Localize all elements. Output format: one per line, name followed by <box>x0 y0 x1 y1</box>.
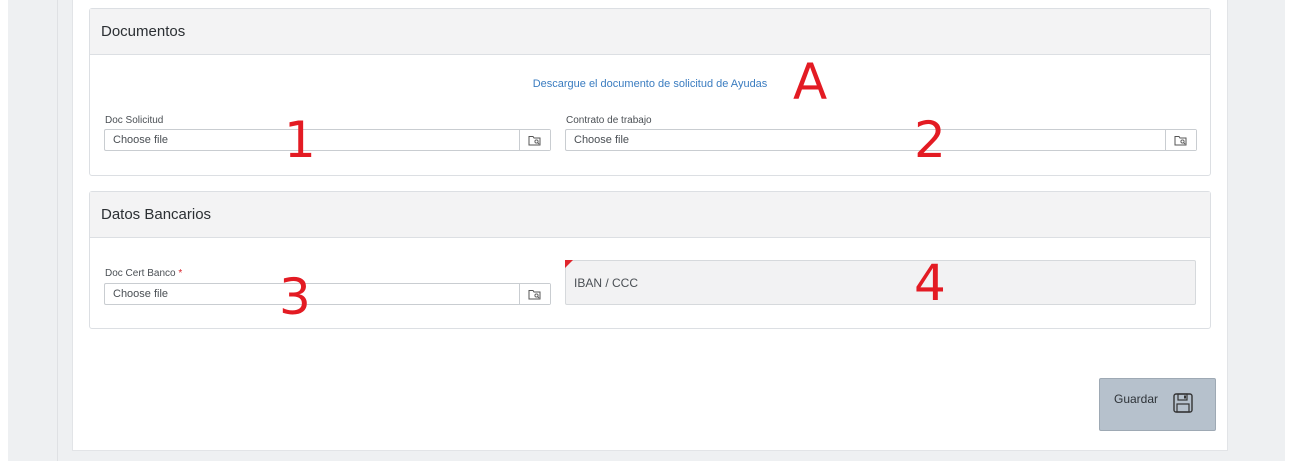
contrato-placeholder: Choose file <box>574 134 630 146</box>
save-button-label: Guardar <box>1114 392 1159 406</box>
doc-cert-banco-placeholder: Choose file <box>113 288 169 300</box>
annotation-marker-4: 4 <box>914 254 946 312</box>
left-gutter <box>8 0 58 461</box>
documentos-header: Documentos <box>90 9 1210 55</box>
contrato-file-input[interactable]: Choose file <box>565 129 1197 151</box>
required-mark: * <box>178 268 183 279</box>
annotation-marker-2: 2 <box>914 111 946 169</box>
outer-margin-right <box>1285 0 1291 461</box>
doc-solicitud-placeholder: Choose file <box>113 134 169 146</box>
datos-bancarios-header: Datos Bancarios <box>90 192 1210 238</box>
iban-placeholder: IBAN / CCC <box>574 276 639 290</box>
required-corner-indicator <box>565 260 573 268</box>
contrato-label: Contrato de trabajo <box>566 115 652 126</box>
folder-search-icon[interactable] <box>519 130 550 150</box>
save-button[interactable]: Guardar <box>1099 378 1216 431</box>
doc-cert-banco-file-input[interactable]: Choose file <box>104 283 551 305</box>
annotation-marker-a: A <box>793 53 828 111</box>
annotation-marker-1: 1 <box>284 111 316 169</box>
floppy-disk-icon <box>1172 392 1194 419</box>
doc-solicitud-file-input[interactable]: Choose file <box>104 129 551 151</box>
doc-cert-banco-label-text: Doc Cert Banco <box>105 268 176 279</box>
annotation-marker-3: 3 <box>279 268 311 326</box>
outer-margin-left <box>0 0 8 461</box>
iban-field[interactable]: IBAN / CCC <box>565 260 1196 305</box>
download-solicitud-link[interactable]: Descargue el documento de solicitud de A… <box>90 78 1210 90</box>
folder-search-icon[interactable] <box>519 284 550 304</box>
doc-cert-banco-label: Doc Cert Banco * <box>105 268 182 279</box>
doc-solicitud-label: Doc Solicitud <box>105 115 164 126</box>
folder-search-icon[interactable] <box>1165 130 1196 150</box>
